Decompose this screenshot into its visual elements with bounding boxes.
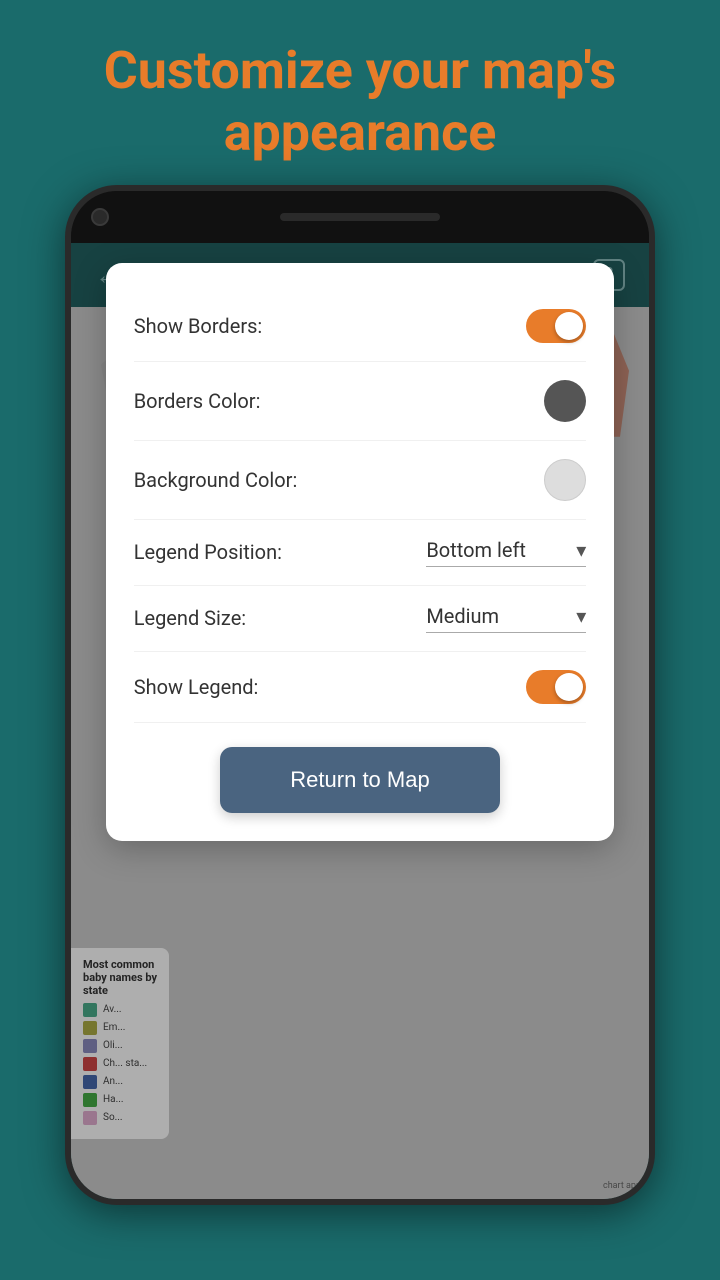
background-color-label: Background Color: <box>134 468 298 492</box>
show-borders-thumb <box>555 312 583 340</box>
borders-color-label: Borders Color: <box>134 389 261 413</box>
show-borders-track <box>526 309 586 343</box>
app-screen: ← United States ? Most commonbaby names … <box>71 243 649 1199</box>
background-color-swatch[interactable] <box>544 459 586 501</box>
borders-color-swatch[interactable] <box>544 380 586 422</box>
settings-modal: Show Borders: Borders Color: Background … <box>106 263 615 841</box>
phone-frame: ← United States ? Most commonbaby names … <box>65 185 655 1205</box>
legend-size-value: Medium <box>426 604 499 628</box>
modal-overlay: Show Borders: Borders Color: Background … <box>71 243 649 1199</box>
legend-position-value: Bottom left <box>426 538 526 562</box>
show-legend-thumb <box>555 673 583 701</box>
show-borders-toggle[interactable] <box>526 309 586 343</box>
show-legend-row: Show Legend: <box>134 652 587 723</box>
legend-position-label: Legend Position: <box>134 540 282 564</box>
chevron-down-icon: ▾ <box>576 604 586 628</box>
speaker-bar <box>280 213 440 221</box>
camera-dot <box>91 208 109 226</box>
legend-size-row: Legend Size: Medium ▾ <box>134 586 587 652</box>
phone-top-bar <box>71 191 649 243</box>
show-legend-toggle[interactable] <box>526 670 586 704</box>
show-borders-label: Show Borders: <box>134 314 263 338</box>
borders-color-row: Borders Color: <box>134 362 587 441</box>
show-borders-row: Show Borders: <box>134 291 587 362</box>
legend-size-label: Legend Size: <box>134 606 246 630</box>
page-title: Customize your map's appearance <box>30 40 690 165</box>
return-to-map-button[interactable]: Return to Map <box>220 747 500 813</box>
show-legend-label: Show Legend: <box>134 675 259 699</box>
legend-size-dropdown[interactable]: Medium ▾ <box>426 604 586 633</box>
chevron-down-icon: ▾ <box>576 538 586 562</box>
legend-position-row: Legend Position: Bottom left ▾ <box>134 520 587 586</box>
show-legend-track <box>526 670 586 704</box>
legend-position-dropdown[interactable]: Bottom left ▾ <box>426 538 586 567</box>
background-color-row: Background Color: <box>134 441 587 520</box>
